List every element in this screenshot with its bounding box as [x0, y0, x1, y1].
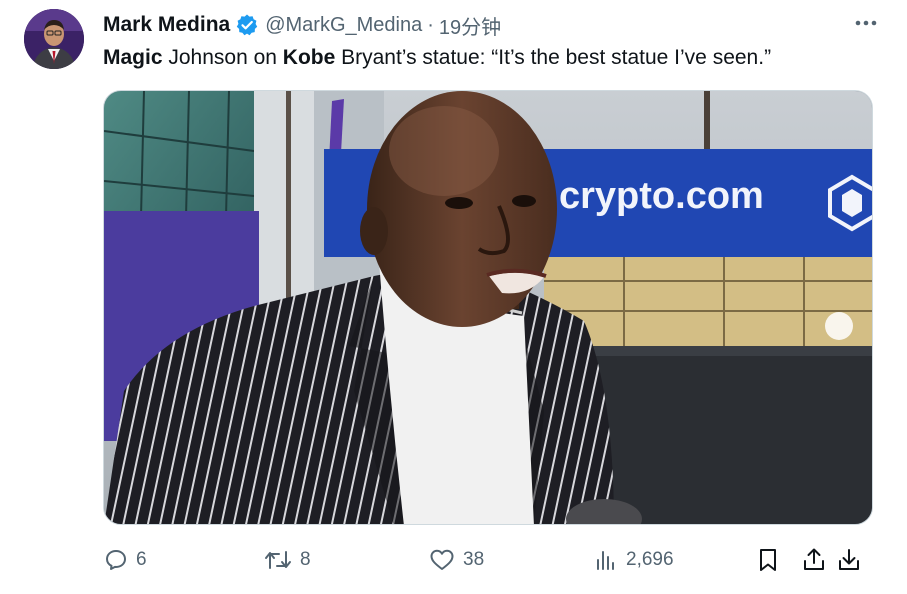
retweet-button[interactable]: 8 [264, 542, 311, 578]
views-icon [594, 548, 618, 572]
reply-button[interactable]: 6 [104, 542, 147, 578]
author-display-name[interactable]: Mark Medina [103, 13, 230, 37]
more-dots-icon[interactable] [853, 10, 879, 36]
avatar[interactable] [24, 9, 84, 69]
download-button[interactable] [836, 542, 862, 578]
verified-badge-icon[interactable] [235, 13, 259, 37]
retweet-count: 8 [300, 549, 311, 570]
share-icon [801, 547, 827, 573]
tweet-text-bold: Magic [103, 46, 163, 69]
download-icon [836, 547, 862, 573]
tweet-text: Magic Johnson on Kobe Bryant’s statue: “… [103, 44, 883, 72]
timestamp[interactable]: 19分钟 [439, 11, 501, 40]
bookmark-button[interactable] [756, 542, 780, 578]
heart-icon [429, 548, 455, 572]
tweet-header: Mark Medina @MarkG_Medina · 19分钟 [103, 10, 501, 40]
reply-count: 6 [136, 549, 147, 570]
tweet-media[interactable]: crypto.com [103, 90, 873, 525]
tweet-actions: 6 8 38 2,696 [0, 542, 907, 578]
bookmark-icon [756, 547, 780, 573]
reply-icon [104, 548, 128, 572]
tweet-text-plain: Bryant’s statue: “It’s the best statue I… [335, 46, 772, 69]
views-count: 2,696 [626, 549, 674, 570]
retweet-icon [264, 548, 292, 572]
video-thumbnail: crypto.com [104, 91, 872, 524]
tweet-text-plain: Johnson on [162, 46, 283, 69]
dot-separator: · [427, 13, 434, 36]
like-count: 38 [463, 549, 485, 570]
tweet-text-bold: Kobe [282, 46, 336, 69]
sign-text: crypto.com [559, 175, 764, 217]
views-button[interactable]: 2,696 [594, 542, 674, 578]
author-handle[interactable]: @MarkG_Medina [265, 14, 422, 37]
share-button[interactable] [801, 542, 827, 578]
like-button[interactable]: 38 [429, 542, 484, 578]
